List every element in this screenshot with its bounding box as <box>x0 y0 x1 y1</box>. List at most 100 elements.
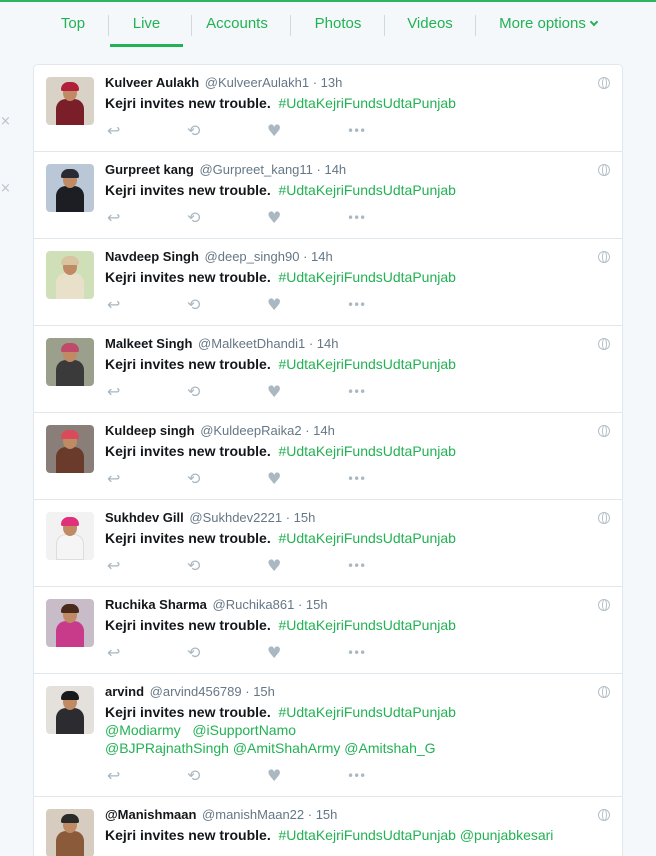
tweet-author-name[interactable]: Ruchika Sharma <box>105 597 207 612</box>
retweet-icon[interactable]: ⟲ <box>187 121 200 141</box>
hashtag-link[interactable]: #UdtaKejriFundsUdtaPunjab <box>278 704 455 720</box>
tweet-item[interactable]: Ruchika Sharma @Ruchika861 · 15h Kejri i… <box>34 587 622 674</box>
retweet-icon[interactable]: ⟲ <box>187 766 200 786</box>
tweet-author-name[interactable]: @Manishmaan <box>105 807 196 822</box>
like-icon[interactable]: ♥ <box>267 556 281 576</box>
tab-live[interactable]: Live <box>110 2 183 47</box>
tweet-timestamp[interactable]: · 15h <box>286 510 316 525</box>
like-icon[interactable]: ♥ <box>267 643 281 663</box>
tweet-timestamp[interactable]: · 13h <box>313 75 343 90</box>
more-icon[interactable]: ••• <box>347 643 366 663</box>
reply-icon[interactable]: ↩ <box>107 469 120 489</box>
close-icon[interactable]: × <box>0 114 11 129</box>
tweet-author-name[interactable]: arvind <box>105 684 144 699</box>
tweet-author-name[interactable]: Navdeep Singh <box>105 249 199 264</box>
tab-top[interactable]: Top <box>50 2 96 47</box>
like-icon[interactable]: ♥ <box>267 382 281 402</box>
like-icon[interactable]: ♥ <box>267 766 281 786</box>
tweet-author-handle[interactable]: @MalkeetDhandi1 <box>198 336 305 351</box>
reply-icon[interactable]: ↩ <box>107 295 120 315</box>
more-icon[interactable]: ••• <box>347 121 366 141</box>
tweet-author-handle[interactable]: @Sukhdev2221 <box>189 510 282 525</box>
more-icon[interactable]: ••• <box>347 556 366 576</box>
retweet-icon[interactable]: ⟲ <box>187 208 200 228</box>
hashtag-link[interactable]: #UdtaKejriFundsUdtaPunjab <box>278 182 455 198</box>
tweet-item[interactable]: Sukhdev Gill @Sukhdev2221 · 15h Kejri in… <box>34 500 622 587</box>
hashtag-link[interactable]: #UdtaKejriFundsUdtaPunjab @punjabkesari <box>278 827 553 843</box>
tweet-text: Kejri invites new trouble. #UdtaKejriFun… <box>105 355 610 373</box>
avatar[interactable] <box>46 686 94 734</box>
hashtag-link[interactable]: #UdtaKejriFundsUdtaPunjab <box>278 356 455 372</box>
reply-icon[interactable]: ↩ <box>107 208 120 228</box>
avatar[interactable] <box>46 164 94 212</box>
tweet-author-handle[interactable]: @KuldeepRaika2 <box>200 423 301 438</box>
tab-photos[interactable]: Photos <box>305 2 371 47</box>
tweet-item[interactable]: Gurpreet kang @Gurpreet_kang11 · 14h Kej… <box>34 152 622 239</box>
tweet-item[interactable]: arvind @arvind456789 · 15h Kejri invites… <box>34 674 622 797</box>
tweet-author-handle[interactable]: @deep_singh90 <box>205 249 300 264</box>
tweet-timestamp[interactable]: · 14h <box>317 162 347 177</box>
tweet-item[interactable]: Navdeep Singh @deep_singh90 · 14h Kejri … <box>34 239 622 326</box>
tab-accounts[interactable]: Accounts <box>199 2 275 47</box>
tweet-timestamp[interactable]: · 14h <box>303 249 333 264</box>
more-icon[interactable]: ••• <box>347 295 366 315</box>
tweet-body: Kejri invites new trouble. <box>105 617 271 633</box>
hashtag-link[interactable]: #UdtaKejriFundsUdtaPunjab <box>278 530 455 546</box>
more-icon[interactable]: ••• <box>347 469 366 489</box>
tweet-body: Kejri invites new trouble. <box>105 356 271 372</box>
close-icon[interactable]: × <box>0 181 11 196</box>
avatar[interactable] <box>46 599 94 647</box>
tweet-timestamp[interactable]: · 14h <box>305 423 335 438</box>
tweet-author-handle[interactable]: @Ruchika861 <box>213 597 295 612</box>
tweet-item[interactable]: Kulveer Aulakh @KulveerAulakh1 · 13h Kej… <box>34 65 622 152</box>
tab-videos[interactable]: Videos <box>398 2 462 47</box>
more-icon[interactable]: ••• <box>347 766 366 786</box>
tweet-author-handle[interactable]: @arvind456789 <box>150 684 242 699</box>
avatar[interactable] <box>46 425 94 473</box>
avatar[interactable] <box>46 77 94 125</box>
like-icon[interactable]: ♥ <box>267 295 281 315</box>
reply-icon[interactable]: ↩ <box>107 766 120 786</box>
reply-icon[interactable]: ↩ <box>107 382 120 402</box>
hashtag-link[interactable]: #UdtaKejriFundsUdtaPunjab <box>278 269 455 285</box>
reply-icon[interactable]: ↩ <box>107 556 120 576</box>
tweet-author-name[interactable]: Kulveer Aulakh <box>105 75 199 90</box>
tweet-timestamp[interactable]: · 15h <box>245 684 275 699</box>
hashtag-link[interactable]: #UdtaKejriFundsUdtaPunjab <box>278 443 455 459</box>
reply-icon[interactable]: ↩ <box>107 643 120 663</box>
hashtag-link[interactable]: #UdtaKejriFundsUdtaPunjab <box>278 617 455 633</box>
avatar[interactable] <box>46 512 94 560</box>
retweet-icon[interactable]: ⟲ <box>187 556 200 576</box>
tweet-timestamp[interactable]: · 15h <box>298 597 328 612</box>
retweet-icon[interactable]: ⟲ <box>187 382 200 402</box>
more-icon[interactable]: ••• <box>347 208 366 228</box>
reply-icon[interactable]: ↩ <box>107 121 120 141</box>
like-icon[interactable]: ♥ <box>267 208 281 228</box>
tweet-timestamp[interactable]: · 14h <box>309 336 339 351</box>
mention-links[interactable]: @BJPRajnathSingh @AmitShahArmy @Amitshah… <box>105 740 436 756</box>
retweet-icon[interactable]: ⟲ <box>187 643 200 663</box>
retweet-icon[interactable]: ⟲ <box>187 469 200 489</box>
more-icon[interactable]: ••• <box>347 382 366 402</box>
retweet-icon[interactable]: ⟲ <box>187 295 200 315</box>
tweet-author-name[interactable]: Sukhdev Gill <box>105 510 184 525</box>
tweet-author-name[interactable]: Malkeet Singh <box>105 336 192 351</box>
avatar[interactable] <box>46 809 94 856</box>
tweet-author-handle[interactable]: @Gurpreet_kang11 <box>199 162 312 177</box>
tweet-body: Kejri invites new trouble. <box>105 827 271 843</box>
tweet-author-handle[interactable]: @manishMaan22 <box>202 807 304 822</box>
avatar[interactable] <box>46 338 94 386</box>
tweet-author-handle[interactable]: @KulveerAulakh1 <box>205 75 309 90</box>
tweet-item[interactable]: @Manishmaan @manishMaan22 · 15h Kejri in… <box>34 797 622 856</box>
hashtag-link[interactable]: #UdtaKejriFundsUdtaPunjab <box>278 95 455 111</box>
tweet-timestamp[interactable]: · 15h <box>308 807 338 822</box>
tweet-author-name[interactable]: Kuldeep singh <box>105 423 195 438</box>
like-icon[interactable]: ♥ <box>267 121 281 141</box>
tab-more-options[interactable]: More options <box>494 2 602 47</box>
mention-links[interactable]: @Modiarmy @iSupportNamo <box>105 722 296 738</box>
tweet-item[interactable]: Malkeet Singh @MalkeetDhandi1 · 14h Kejr… <box>34 326 622 413</box>
avatar[interactable] <box>46 251 94 299</box>
like-icon[interactable]: ♥ <box>267 469 281 489</box>
tweet-item[interactable]: Kuldeep singh @KuldeepRaika2 · 14h Kejri… <box>34 413 622 500</box>
tweet-author-name[interactable]: Gurpreet kang <box>105 162 194 177</box>
